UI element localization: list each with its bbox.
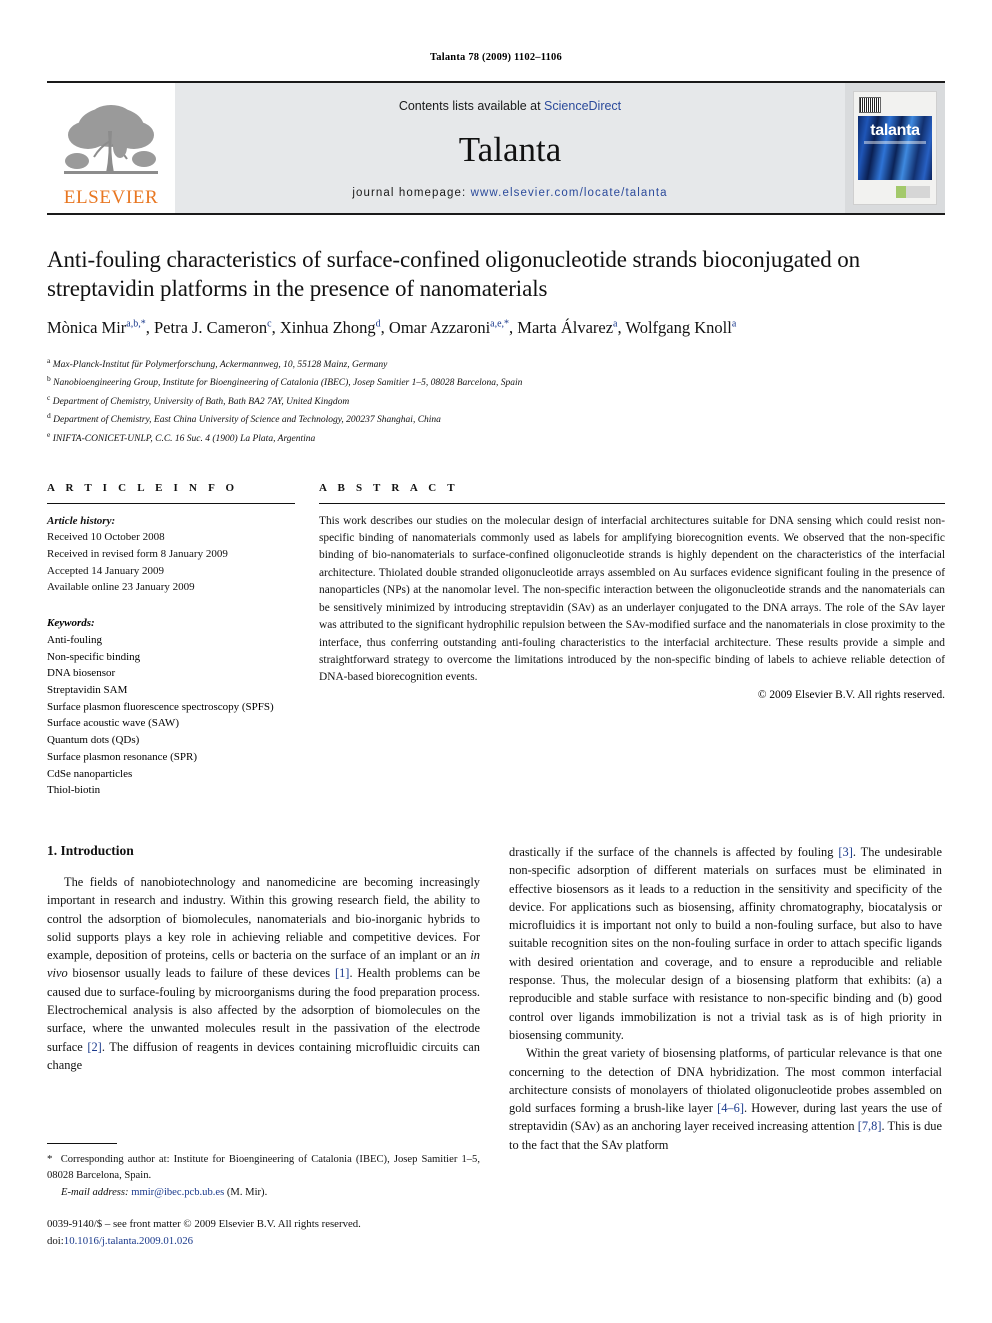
email-address-link[interactable]: mmir@ibec.pcb.ub.es <box>131 1187 224 1198</box>
issn-line: 0039-9140/$ – see front matter © 2009 El… <box>47 1218 361 1230</box>
abstract-rule <box>319 502 945 504</box>
article-history: Article history: Received 10 October 200… <box>47 513 295 597</box>
article-info-column: A R T I C L E I N F O Article history: R… <box>47 482 295 800</box>
keyword-item: Surface acoustic wave (SAW) <box>47 717 179 730</box>
journal-cover-thumbnail[interactable]: talanta <box>845 83 945 213</box>
affiliation-item: b Nanobioengineering Group, Institute fo… <box>47 374 523 389</box>
affiliation-list: a Max-Planck-Institut für Polymerforschu… <box>47 355 945 448</box>
keywords-block: Keywords: Anti-fouling Non-specific bindi… <box>47 615 295 799</box>
elsevier-logo: ELSEVIER <box>47 83 175 213</box>
keyword-item: DNA biosensor <box>47 667 116 680</box>
page-title: Anti-fouling characteristics of surface-… <box>47 247 861 302</box>
contents-prefix: Contents lists available at <box>398 99 545 113</box>
article-info-heading: A R T I C L E I N F O <box>47 481 239 494</box>
keyword-item: Thiol-biotin <box>47 784 101 797</box>
email-label: E-mail address: <box>61 1186 129 1198</box>
contents-available-line: Contents lists available at ScienceDirec… <box>399 99 621 113</box>
affiliation-item: e INIFTA-CONICET-UNLP, C.C. 16 Suc. 4 (1… <box>47 429 316 445</box>
doi-label: doi: <box>47 1234 64 1247</box>
cover-art: talanta <box>853 91 937 205</box>
cover-subtitle-bar <box>864 141 926 144</box>
keyword-item: CdSe nanoparticles <box>47 767 133 780</box>
article-history-label: Article history: <box>47 514 116 527</box>
cover-publisher-mark <box>896 186 930 198</box>
article-history-item: Available online 23 January 2009 <box>47 581 195 594</box>
doi-line: doi:10.1016/j.talanta.2009.01.026 <box>47 1233 567 1250</box>
keyword-item: Quantum dots (QDs) <box>47 734 140 747</box>
intro-paragraph-left: The fields of nanobiotechnology and nano… <box>47 875 480 1072</box>
email-note: E-mail address: mmir@ibec.pcb.ub.es (M. … <box>47 1185 480 1201</box>
keyword-item: Surface plasmon resonance (SPR) <box>47 750 197 763</box>
barcode-icon <box>859 97 881 113</box>
article-page: Talanta 78 (2009) 1102–1106 ELSEVIER Con… <box>0 0 992 1323</box>
footnote-block: * Corresponding author at: Institute for… <box>47 1143 480 1201</box>
footnote-rule <box>47 1143 117 1144</box>
abstract-copyright: © 2009 Elsevier B.V. All rights reserved… <box>757 688 945 701</box>
sciencedirect-link[interactable]: ScienceDirect <box>544 99 621 113</box>
homepage-url-link[interactable]: www.elsevier.com/locate/talanta <box>471 187 668 199</box>
title-block: Anti-fouling characteristics of surface-… <box>47 245 945 448</box>
info-abstract-row: A R T I C L E I N F O Article history: R… <box>47 482 945 800</box>
cover-journal-title: talanta <box>870 122 920 139</box>
doi-link[interactable]: 10.1016/j.talanta.2009.01.026 <box>64 1235 193 1247</box>
affiliation-item: a Max-Planck-Institut für Polymerforschu… <box>47 355 388 370</box>
journal-homepage-line: journal homepage: www.elsevier.com/locat… <box>352 187 667 199</box>
journal-title: Talanta <box>458 129 562 169</box>
intro-paragraph-right-1: drastically if the surface of the channe… <box>509 845 942 1042</box>
elsevier-wordmark: ELSEVIER <box>63 187 159 208</box>
article-history-item: Received 10 October 2008 <box>47 531 165 544</box>
abstract-column: A B S T R A C T This work describes our … <box>319 482 945 800</box>
article-history-items: Received 10 October 2008 Received in revi… <box>47 529 295 596</box>
issn-doi-footer: 0039-9140/$ – see front matter © 2009 El… <box>47 1216 567 1249</box>
affiliation-item: d Department of Chemistry, East China Un… <box>47 411 441 426</box>
keywords-items: Anti-fouling Non-specific binding DNA bios… <box>47 632 295 799</box>
homepage-label: journal homepage: <box>352 187 467 199</box>
article-history-item: Received in revised form 8 January 2009 <box>47 547 228 560</box>
keywords-label: Keywords: <box>47 617 95 630</box>
keyword-item: Anti-fouling <box>47 633 102 646</box>
masthead-center: Contents lists available at ScienceDirec… <box>175 83 845 213</box>
keyword-item: Surface plasmon fluorescence spectroscop… <box>47 700 274 713</box>
abstract-text: This work describes our studies on the m… <box>319 514 945 684</box>
affiliation-item: c Department of Chemistry, University of… <box>47 392 350 408</box>
running-head: Talanta 78 (2009) 1102–1106 <box>430 52 562 63</box>
intro-paragraph-right-2: Within the great variety of biosensing p… <box>509 1046 942 1152</box>
author-list: Mònica Mira,b,*, Petra J. Cameronc, Xinh… <box>47 318 737 338</box>
body-column-right: drastically if the surface of the channe… <box>509 843 942 1211</box>
journal-masthead: ELSEVIER Contents lists available at Sci… <box>47 81 945 215</box>
keyword-item: Streptavidin SAM <box>47 683 128 696</box>
article-history-item: Accepted 14 January 2009 <box>47 564 164 577</box>
corresponding-author-note: * Corresponding author at: Institute for… <box>47 1153 480 1181</box>
article-info-rule <box>47 502 295 504</box>
email-owner: (M. Mir). <box>226 1186 268 1198</box>
keyword-item: Non-specific binding <box>47 650 141 663</box>
section-heading-introduction: 1. Introduction <box>47 843 134 858</box>
elsevier-tree-icon <box>64 101 158 187</box>
abstract-heading: A B S T R A C T <box>319 481 459 494</box>
